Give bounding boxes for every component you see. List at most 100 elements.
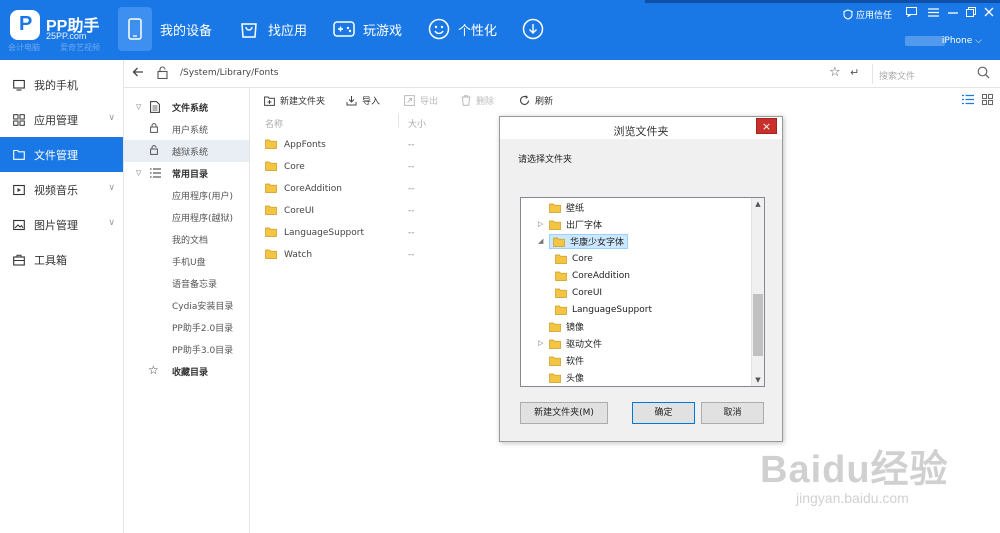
new-folder-button[interactable]: 新建文件夹	[264, 94, 325, 107]
refresh-button[interactable]: 刷新	[519, 94, 553, 107]
folder-tree-item[interactable]: 镜像	[549, 318, 584, 335]
sidebar-item-my-phone[interactable]: 我的手机	[0, 67, 123, 102]
tree-favorites[interactable]: ☆ 收藏目录	[124, 360, 249, 382]
dialog-prompt: 请选择文件夹	[518, 155, 573, 165]
scrollbar[interactable]: ▲ ▼	[751, 198, 764, 386]
new-folder-button[interactable]: 新建文件夹(M)	[520, 402, 608, 424]
file-name: Watch	[284, 250, 313, 260]
search-input[interactable]: 搜索文件	[879, 69, 915, 82]
device-selector[interactable]: iPhone ⌵	[942, 36, 982, 46]
column-header-name[interactable]: 名称	[265, 117, 283, 130]
tree-pp3[interactable]: PP助手3.0目录	[124, 338, 249, 360]
import-button[interactable]: 导入	[346, 94, 380, 107]
tree-app-user[interactable]: 应用程序(用户)	[124, 184, 249, 206]
search-box[interactable]: 搜索文件	[872, 64, 996, 84]
folder-icon	[555, 288, 567, 298]
ok-button[interactable]: 确定	[632, 402, 695, 424]
star-icon[interactable]: ☆	[829, 65, 841, 80]
selected-folder[interactable]: 华康少女字体	[549, 234, 629, 249]
gamepad-icon	[333, 18, 355, 40]
app-trust-button[interactable]: 应用信任	[843, 8, 892, 21]
collapse-triangle-icon: ▽	[136, 103, 142, 111]
sidebar-item-label: 我的手机	[34, 78, 78, 92]
chevron-down-icon: ∨	[108, 183, 115, 193]
expanded-triangle-icon[interactable]: ◢	[538, 237, 543, 245]
download-icon	[522, 18, 544, 40]
directory-tree: ▽ 文件系统 用户系统 越狱系统 ▽ 常用目录 应用程序(用户) 应用程序(越狱…	[124, 88, 250, 533]
tree-label: 我的文档	[172, 235, 209, 246]
tree-common-dirs[interactable]: ▽ 常用目录	[124, 162, 249, 184]
app-logo: P	[10, 10, 40, 40]
nav-my-device[interactable]: 我的设备	[118, 4, 212, 54]
enter-icon[interactable]: ↵	[850, 66, 859, 79]
file-name: CoreUI	[284, 206, 315, 216]
nav-games[interactable]: 玩游戏	[333, 12, 402, 46]
tree-phone-udisk[interactable]: 手机U盘	[124, 250, 249, 272]
tree-my-docs[interactable]: 我的文档	[124, 228, 249, 250]
sidebar-item-apps[interactable]: 应用管理 ∨	[0, 102, 123, 137]
file-row[interactable]: AppFonts --	[250, 134, 500, 156]
search-icon[interactable]	[977, 66, 990, 82]
current-path[interactable]: /System/Library/Fonts	[180, 68, 278, 78]
nav-label: 个性化	[458, 23, 498, 39]
folder-tree-item[interactable]: 软件	[549, 352, 584, 369]
tree-voice-memo[interactable]: 语音备忘录	[124, 272, 249, 294]
image-icon	[12, 218, 26, 232]
folder-tree-item[interactable]: 头像	[549, 369, 584, 386]
download-button[interactable]	[522, 12, 552, 46]
folder-tree-item[interactable]: 壁纸	[549, 199, 584, 216]
folder-tree-item[interactable]: ▷ 出厂字体	[538, 216, 602, 233]
file-row[interactable]: Core --	[250, 156, 500, 178]
folder-tree-item[interactable]: LanguageSupport	[555, 301, 652, 318]
tree-jailbreak-system[interactable]: 越狱系统	[124, 140, 249, 162]
folder-label: 镜像	[566, 323, 585, 333]
export-button[interactable]: 导出	[404, 94, 438, 107]
sidebar-item-media[interactable]: 视频音乐 ∨	[0, 172, 123, 207]
sidebar: 我的手机 应用管理 ∨ 文件管理 视频音乐 ∨ 图片管理 ∨ 工具箱	[0, 60, 124, 533]
menu-icon[interactable]	[928, 7, 939, 20]
file-row[interactable]: LanguageSupport --	[250, 222, 500, 244]
file-row[interactable]: CoreAddition --	[250, 178, 500, 200]
play-icon	[12, 183, 26, 197]
tree-app-jailbreak[interactable]: 应用程序(越狱)	[124, 206, 249, 228]
file-row[interactable]: CoreUI --	[250, 200, 500, 222]
collapsed-triangle-icon[interactable]: ▷	[538, 220, 543, 228]
cancel-button[interactable]: 取消	[701, 402, 764, 424]
folder-tree-item[interactable]: CoreAddition	[555, 267, 630, 284]
column-header-size[interactable]: 大小	[408, 117, 426, 130]
star-icon: ☆	[148, 363, 159, 377]
scroll-up-icon[interactable]: ▲	[752, 198, 764, 210]
tree-file-system[interactable]: ▽ 文件系统	[124, 96, 249, 118]
tree-label: 应用程序(用户)	[172, 191, 234, 202]
folder-label: CoreAddition	[572, 270, 630, 281]
folder-tree[interactable]: 壁纸 ▷ 出厂字体 ◢ 华康少女字体 Core CoreAddition CoreUI Lang…	[520, 197, 765, 387]
restore-icon[interactable]	[966, 7, 976, 20]
tree-cydia[interactable]: Cydia安装目录	[124, 294, 249, 316]
sidebar-item-photos[interactable]: 图片管理 ∨	[0, 207, 123, 242]
folder-tree-item[interactable]: CoreUI	[555, 284, 602, 301]
folder-icon	[265, 183, 277, 196]
folder-tree-item[interactable]: Core	[555, 250, 593, 267]
toolbar-label: 刷新	[535, 97, 554, 107]
grid-view-icon[interactable]	[982, 94, 993, 108]
collapsed-triangle-icon[interactable]: ▷	[538, 339, 543, 347]
list-view-icon[interactable]	[962, 94, 974, 108]
scroll-thumb[interactable]	[753, 294, 763, 356]
file-row[interactable]: Watch --	[250, 244, 500, 266]
back-arrow-icon[interactable]	[132, 66, 144, 82]
tree-pp2[interactable]: PP助手2.0目录	[124, 316, 249, 338]
nav-find-apps[interactable]: 找应用	[238, 12, 307, 46]
nav-personalize[interactable]: 个性化	[428, 12, 497, 46]
tree-user-system[interactable]: 用户系统	[124, 118, 249, 140]
tree-label: 语音备忘录	[172, 279, 218, 290]
minimize-icon[interactable]	[948, 7, 958, 20]
feedback-icon[interactable]	[906, 7, 917, 20]
delete-button[interactable]: 删除	[461, 94, 494, 107]
sidebar-item-files[interactable]: 文件管理	[0, 137, 123, 172]
scroll-down-icon[interactable]: ▼	[752, 374, 764, 386]
dialog-close-button[interactable]: ×	[756, 118, 777, 134]
close-icon[interactable]	[984, 7, 994, 20]
folder-tree-item[interactable]: ◢ 华康少女字体	[538, 233, 629, 250]
folder-tree-item[interactable]: ▷ 驱动文件	[538, 335, 602, 352]
sidebar-item-toolbox[interactable]: 工具箱	[0, 242, 123, 277]
